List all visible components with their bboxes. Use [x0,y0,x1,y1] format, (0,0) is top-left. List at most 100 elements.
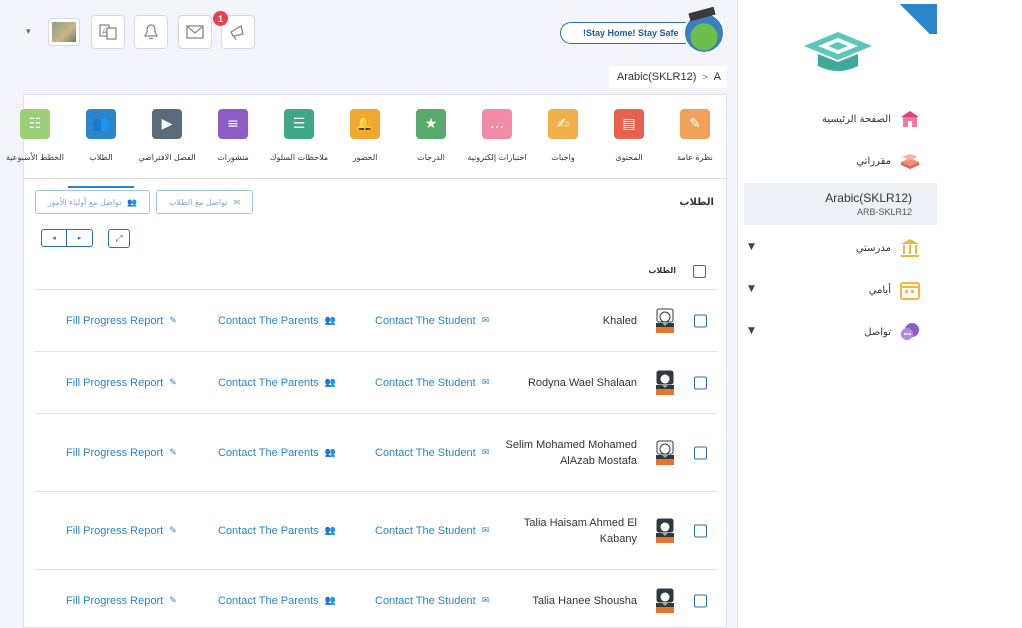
report-icon: ✎ [169,377,177,387]
contact-parents-link[interactable]: Contact The Parents 👥 [218,595,336,607]
contact-parents-link[interactable]: Contact The Parents 👥 [218,315,336,327]
messages-button[interactable] [178,15,212,49]
row-checkbox[interactable] [694,524,707,537]
contact-students-label: تواصل مع الطلاب [168,197,228,207]
right-blank-area [937,0,1022,628]
course-code: ARB-SKLR12 [856,207,912,217]
sidebar-item-school[interactable]: مدرستي [856,237,921,259]
sidebar-item-label: تواصل [864,326,891,338]
behavior-icon: ☰ [284,109,314,139]
tab-grades[interactable]: ★ الدرجات [398,109,464,162]
logo-icon [804,32,872,71]
envelope-icon: ✉ [233,197,241,207]
row-checkbox[interactable] [694,594,707,607]
tab-overview[interactable]: ✎ نظرة عامة [662,109,728,162]
pager-next-button[interactable]: ▸ [67,229,93,247]
contact-student-link[interactable]: Contact The Student ✉ [375,525,489,537]
contact-students-button[interactable]: تواصل مع الطلاب ✉ [156,190,253,214]
student-male-avatar-icon [656,440,674,465]
contact-student-link[interactable]: Contact The Student ✉ [375,447,489,459]
pager-prev-button[interactable]: ◂ [41,229,67,247]
svg-text:A: A [102,28,107,36]
student-name: Talia Hanee Shousha [532,594,637,607]
parents-icon: 👥 [324,377,336,387]
translate-icon: A [99,24,117,40]
tab-label: الحضور [352,153,378,162]
sidebar-item-label: أيامي [868,284,891,296]
fill-progress-report-link[interactable]: Fill Progress Report ✎ [66,447,177,459]
sidebar-item-communicate[interactable]: تواصل [864,321,921,343]
link-label: Contact The Parents [218,446,319,459]
institution-icon [899,237,921,259]
student-name: Rodyna Wael Shalaan [527,376,637,389]
fill-progress-report-link[interactable]: Fill Progress Report ✎ [66,315,177,327]
tab-attendance[interactable]: 🔔 الحضور [332,109,398,162]
sidebar-item-courses[interactable]: مقرراتي [856,150,921,172]
sidebar-item-label: مدرستي [855,242,891,254]
course-tabs: ✎ نظرة عامة ▤ المحتوى ✍ واجبات … اختبارات إلكتر… [6,95,728,188]
student-female-avatar-icon [656,518,674,543]
tab-label: اختبارات إلكترونية [467,153,527,162]
tab-virtual-class[interactable]: ▶ الفصل الافتراضي [134,109,200,162]
contact-parents-link[interactable]: Contact The Parents 👥 [218,525,336,537]
main-panel: ✎ نظرة عامة ▤ المحتوى ✍ واجبات … اختبارات إلكتر… [6,94,728,628]
sidebar-item-current-course[interactable]: Arabic(SKLR12) ARB-SKLR12 [744,183,938,225]
notifications-button[interactable] [134,15,168,49]
profile-thumbnail[interactable] [48,18,80,46]
sidebar-item-days[interactable]: أيامي [869,279,921,301]
tab-homework[interactable]: ✍ واجبات [530,109,596,162]
translate-button[interactable]: A [91,15,125,49]
breadcrumb: Arabic(SKLR12) > A [609,66,727,88]
link-label: Contact The Parents [218,376,319,389]
chevron-down-icon[interactable]: ▼ [748,326,755,336]
table-row: Fill Progress Report ✎ Contact The Parents… [35,289,717,351]
link-label: Fill Progress Report [66,376,164,389]
tab-quiz[interactable]: … اختبارات إلكترونية [464,109,530,162]
fill-progress-report-link[interactable]: Fill Progress Report ✎ [66,377,177,389]
fill-progress-report-link[interactable]: Fill Progress Report ✎ [66,525,177,537]
chevron-down-icon[interactable]: ▼ [748,284,755,294]
tab-book[interactable]: ▤ المحتوى [596,109,662,162]
tab-posts[interactable]: ≡ منشورات [200,109,266,162]
contact-parents-link[interactable]: Contact The Parents 👥 [218,377,336,389]
link-label: Contact The Student [375,594,476,607]
sidebar-item-home[interactable]: الصفحة الرئيسية [822,108,921,130]
select-all-checkbox[interactable] [693,265,706,278]
envelope-icon: ✉ [481,595,490,605]
virtual-class-icon: ▶ [152,109,182,139]
row-checkbox[interactable] [694,376,707,389]
tab-students[interactable]: 👥 الطلاب [68,109,134,188]
link-label: Contact The Parents [218,314,319,327]
course-title: Arabic(SKLR12) [825,191,912,205]
corner-ribbon [892,4,937,34]
profile-dropdown-caret[interactable]: ▾ [26,27,31,37]
tab-weekly-plan[interactable]: ☷ الخطط الأسبوعية [2,109,68,162]
contact-parents-link[interactable]: Contact The Parents 👥 [218,447,336,459]
link-label: Contact The Student [375,314,476,327]
parents-icon: 👥 [324,595,336,605]
overview-icon: ✎ [680,109,710,139]
breadcrumb-course[interactable]: Arabic(SKLR12) [617,71,696,83]
fill-progress-report-link[interactable]: Fill Progress Report ✎ [66,595,177,607]
link-label: Contact The Parents [218,524,319,537]
contact-parents-button[interactable]: تواصل مع أولياء الأمور 👥 [35,190,150,214]
tab-behavior[interactable]: ☰ ملاحظات السلوك [266,109,332,162]
table-row: Fill Progress Report ✎ Contact The Parents… [35,351,717,413]
contact-student-link[interactable]: Contact The Student ✉ [375,315,489,327]
parents-icon: 👥 [324,447,336,457]
school-building-icon [899,108,921,130]
contact-student-link[interactable]: Contact The Student ✉ [375,377,489,389]
table-row: Fill Progress Report ✎ Contact The Parents… [35,413,717,491]
weekly-plan-icon: ☷ [20,109,50,139]
expand-button[interactable]: ⤢ [108,229,130,248]
chevron-down-icon[interactable]: ▼ [748,242,755,252]
link-label: Fill Progress Report [66,446,164,459]
contact-student-link[interactable]: Contact The Student ✉ [375,595,489,607]
link-label: Fill Progress Report [66,314,164,327]
row-checkbox[interactable] [694,446,707,459]
row-checkbox[interactable] [694,314,707,327]
report-icon: ✎ [169,595,177,605]
top-bar: ▾ A 1 !Stay Home! Stay Safe Arabic(SKLR1… [0,0,737,90]
link-label: Fill Progress Report [66,594,164,607]
quiz-icon: … [482,109,512,139]
